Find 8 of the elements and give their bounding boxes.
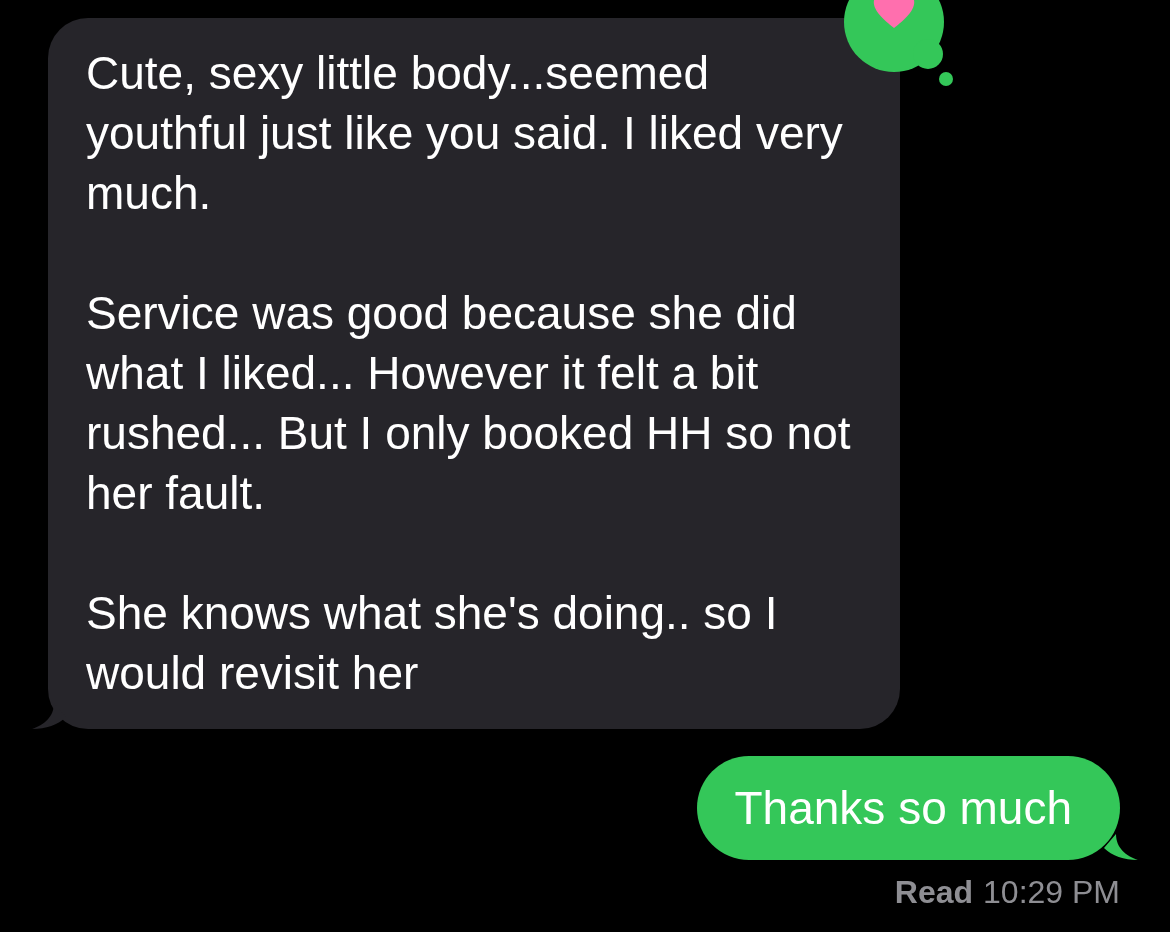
heart-reaction-icon (844, 0, 954, 87)
message-text: Service was good because she did what I liked... However it felt a bit rushed... But I only booked HH so not her fault. (86, 286, 852, 521)
message-text: She knows what she's doing.. so I would revisit her (86, 586, 779, 701)
message-text: Thanks so much (734, 781, 1072, 836)
read-time: 10:29 PM (983, 874, 1120, 911)
bubble-tail (1104, 834, 1138, 860)
read-status: Read (894, 874, 974, 911)
message-text: Cute, sexy little body...seemed youthful just like you said. I liked very much. (86, 46, 844, 221)
